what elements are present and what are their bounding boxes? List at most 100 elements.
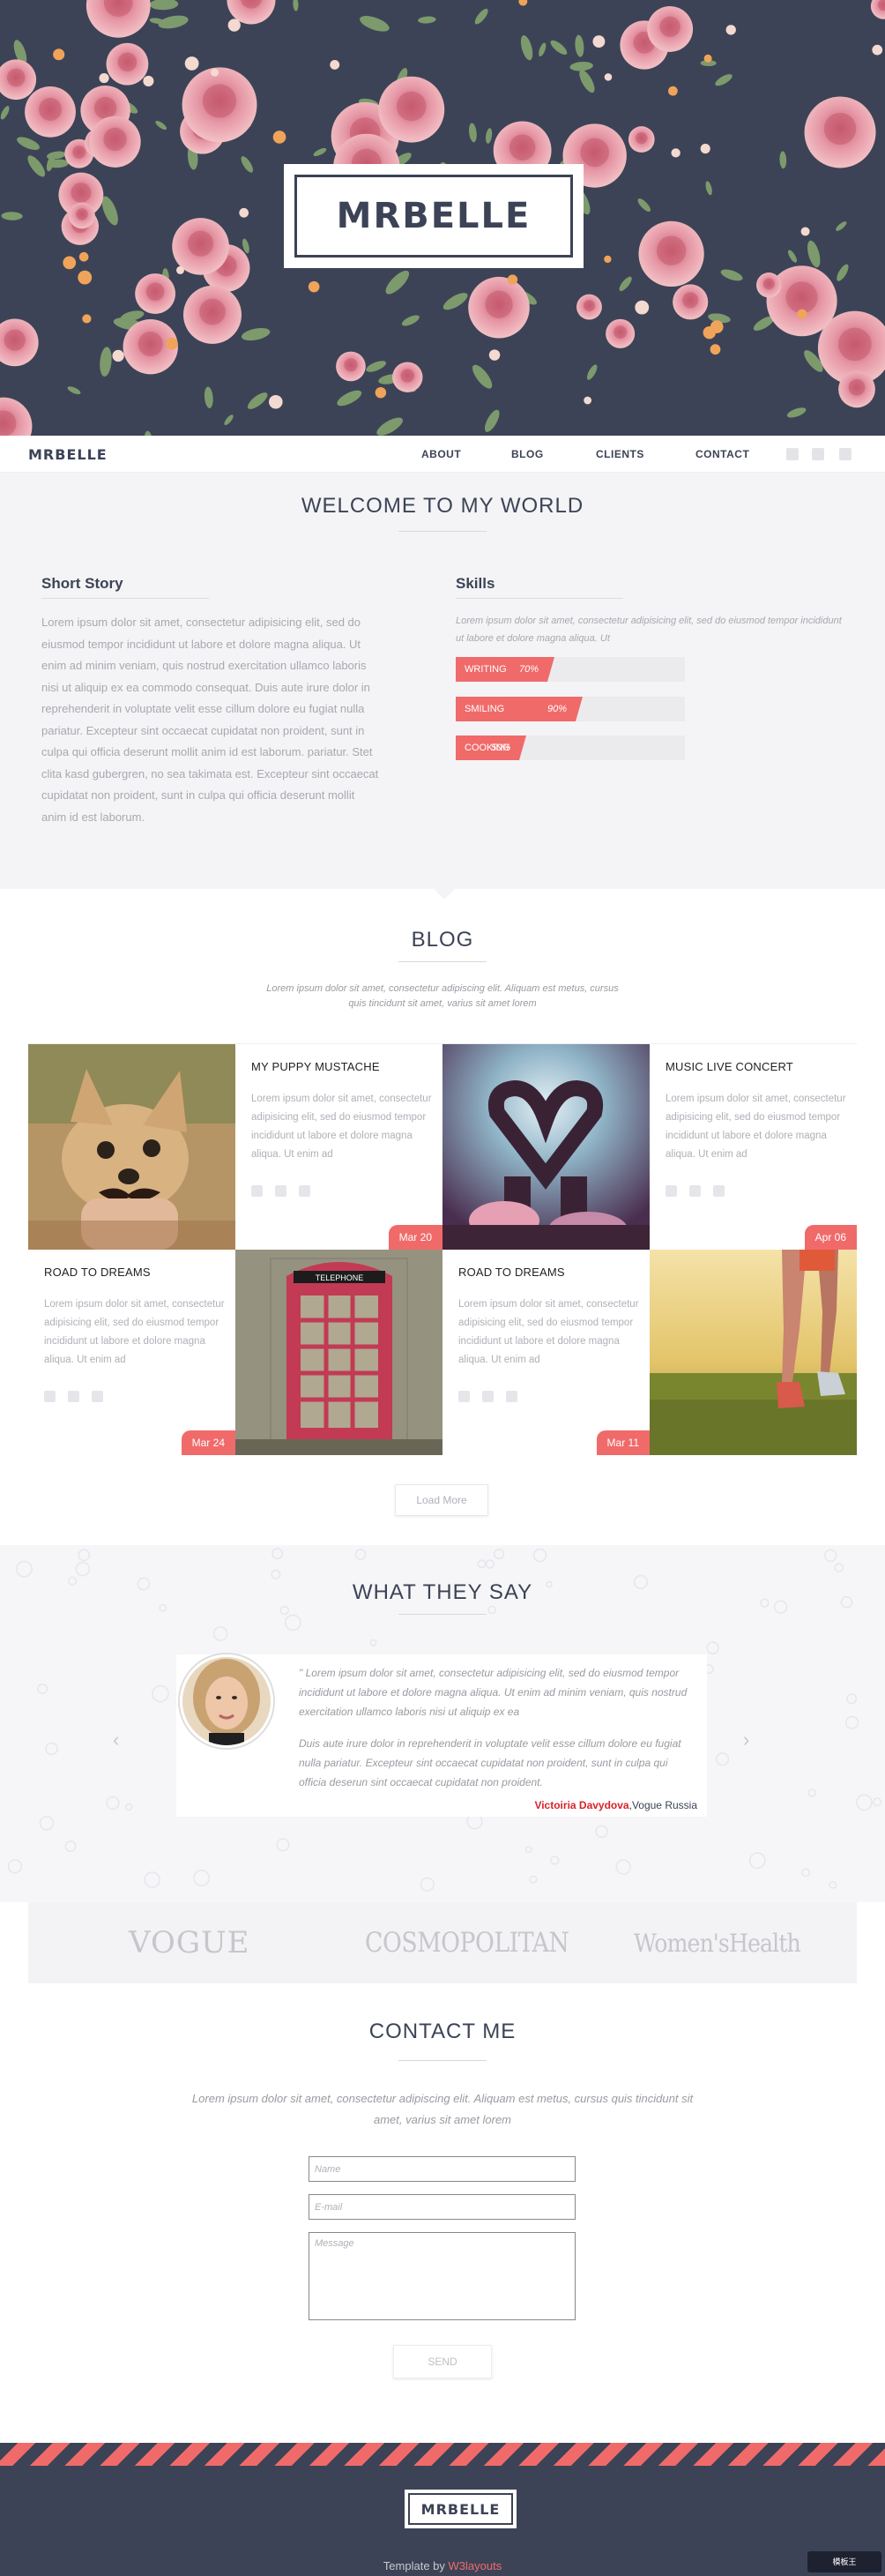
post-date-badge: Mar 24 xyxy=(181,1430,235,1455)
story-text: Lorem ipsum dolor sit amet, consectetur … xyxy=(41,616,379,824)
footer-stripes xyxy=(0,2443,885,2466)
post-excerpt: Lorem ipsum dolor sit amet, consectetur … xyxy=(251,1094,432,1160)
skill-bar: COOKING 50% xyxy=(456,735,685,760)
phone-booth-sign: TELEPHONE xyxy=(316,1273,364,1282)
post-excerpt: Lorem ipsum dolor sit amet, consectetur … xyxy=(44,1299,225,1365)
message-field[interactable] xyxy=(309,2232,576,2320)
concert-photo xyxy=(442,1044,650,1250)
blog-image-phone-booth[interactable]: TELEPHONE xyxy=(235,1250,442,1455)
nav-link-contact[interactable]: CONTACT xyxy=(695,448,749,460)
post-title[interactable]: ROAD TO DREAMS xyxy=(44,1266,151,1279)
twitter-icon[interactable] xyxy=(275,1185,286,1197)
blog-image-concert[interactable] xyxy=(442,1044,650,1250)
post-date-badge: Mar 20 xyxy=(388,1225,442,1250)
post-title[interactable]: MY PUPPY MUSTACHE xyxy=(251,1060,380,1073)
title-divider xyxy=(398,961,487,962)
title-divider xyxy=(398,1614,487,1615)
credit-prefix: Template by xyxy=(383,2559,449,2572)
testimonial-title: WHAT THEY SAY xyxy=(352,1580,533,1604)
facebook-icon[interactable] xyxy=(506,1391,517,1402)
skill-percent: 70% xyxy=(519,664,539,675)
section-pointer xyxy=(434,889,455,900)
hero-logo: MRBELLE xyxy=(284,164,584,268)
facebook-icon[interactable] xyxy=(713,1185,725,1197)
facebook-icon[interactable] xyxy=(299,1185,310,1197)
welcome-title: WELCOME TO MY WORLD xyxy=(301,494,584,518)
twitter-icon[interactable] xyxy=(482,1391,494,1402)
author-name: Victoiria Davydova xyxy=(534,1799,629,1811)
facebook-icon[interactable] xyxy=(839,448,852,460)
instagram-icon[interactable] xyxy=(458,1391,470,1402)
facebook-icon[interactable] xyxy=(92,1391,103,1402)
twitter-icon[interactable] xyxy=(689,1185,701,1197)
name-field[interactable] xyxy=(309,2156,576,2182)
hero-banner: MRBELLE xyxy=(0,0,885,436)
load-more-button[interactable]: Load More xyxy=(395,1484,488,1516)
post-title[interactable]: ROAD TO DREAMS xyxy=(458,1266,565,1279)
blog-subtitle: Lorem ipsum dolor sit amet, consectetur … xyxy=(266,983,619,1009)
post-share-icons xyxy=(458,1391,530,1407)
blog-image-puppy[interactable] xyxy=(28,1044,235,1250)
author-avatar xyxy=(180,1654,273,1748)
post-share-icons xyxy=(251,1185,323,1201)
contact-title: CONTACT ME xyxy=(368,2020,517,2043)
site-watermark: 模板王 xyxy=(807,2551,881,2572)
author-role: ,Vogue Russia xyxy=(628,1799,697,1811)
send-button[interactable]: SEND xyxy=(393,2345,492,2378)
blog-image-runner[interactable] xyxy=(650,1250,857,1455)
title-divider xyxy=(398,2060,487,2061)
twitter-icon[interactable] xyxy=(68,1391,79,1402)
instagram-icon[interactable] xyxy=(666,1185,677,1197)
cosmopolitan-logo: COSMOPOLITAN xyxy=(365,1927,569,1959)
blog-title: BLOG xyxy=(411,928,474,952)
skill-percent: 50% xyxy=(491,743,511,753)
skill-percent: 90% xyxy=(547,704,568,714)
twitter-icon[interactable] xyxy=(812,448,824,460)
story-divider xyxy=(41,598,209,599)
nav-brand[interactable]: MRBELLE xyxy=(28,446,108,463)
instagram-icon[interactable] xyxy=(251,1185,263,1197)
post-title[interactable]: MUSIC LIVE CONCERT xyxy=(666,1060,793,1073)
client-logos: VOGUE COSMOPOLITAN Women'sHealth xyxy=(28,1902,857,1983)
blog-post-card[interactable]: MUSIC LIVE CONCERT Lorem ipsum dolor sit… xyxy=(650,1044,857,1250)
skills-divider xyxy=(456,598,623,599)
contact-intro: Lorem ipsum dolor sit amet, consectetur … xyxy=(191,2092,694,2126)
blog-grid: MY PUPPY MUSTACHE Lorem ipsum dolor sit … xyxy=(28,1043,857,1455)
title-divider xyxy=(398,531,487,532)
page: MRBELLE MRBELLE ABOUT BLOG CLIENTS CONTA… xyxy=(0,0,885,2576)
story-heading: Short Story xyxy=(41,575,123,592)
testimonial-quote: " Lorem ipsum dolor sit amet, consectetu… xyxy=(299,1667,688,1718)
skill-label: WRITING xyxy=(465,664,507,675)
footer-logo-text: MRBELLE xyxy=(408,2493,513,2525)
post-excerpt: Lorem ipsum dolor sit amet, consectetur … xyxy=(666,1094,846,1160)
runner-photo xyxy=(650,1250,857,1455)
skills-heading: Skills xyxy=(456,575,495,592)
instagram-icon[interactable] xyxy=(44,1391,56,1402)
blog-post-card[interactable]: ROAD TO DREAMS Lorem ipsum dolor sit ame… xyxy=(442,1250,650,1455)
testimonial-quote: Duis aute irure dolor in reprehenderit i… xyxy=(299,1737,681,1788)
nav-link-about[interactable]: ABOUT xyxy=(421,448,461,460)
testimonial-next-arrow[interactable]: › xyxy=(743,1729,749,1751)
womens-health-logo: Women'sHealth xyxy=(634,1929,801,1958)
skill-bar: SMILING 90% xyxy=(456,697,685,721)
vogue-logo: VOGUE xyxy=(129,1925,250,1960)
post-share-icons xyxy=(44,1391,115,1407)
blog-post-card[interactable]: MY PUPPY MUSTACHE Lorem ipsum dolor sit … xyxy=(235,1044,442,1250)
nav-link-clients[interactable]: CLIENTS xyxy=(596,448,644,460)
nav-link-blog[interactable]: BLOG xyxy=(511,448,544,460)
footer-logo[interactable]: MRBELLE xyxy=(405,2490,517,2528)
skill-bar: WRITING 70% xyxy=(456,657,685,682)
skills-text: Lorem ipsum dolor sit amet, consectetur … xyxy=(456,616,842,644)
puppy-photo xyxy=(28,1044,235,1250)
credit-link[interactable]: W3layouts xyxy=(449,2559,502,2572)
instagram-icon[interactable] xyxy=(786,448,799,460)
testimonial-prev-arrow[interactable]: ‹ xyxy=(113,1729,119,1751)
hero-logo-text: MRBELLE xyxy=(336,196,532,236)
top-nav: MRBELLE ABOUT BLOG CLIENTS CONTACT xyxy=(0,436,885,473)
post-excerpt: Lorem ipsum dolor sit amet, consectetur … xyxy=(458,1299,639,1365)
blog-post-card[interactable]: ROAD TO DREAMS Lorem ipsum dolor sit ame… xyxy=(28,1250,235,1455)
post-share-icons xyxy=(666,1185,737,1201)
email-field[interactable] xyxy=(309,2194,576,2220)
author-portrait xyxy=(182,1657,271,1745)
phone-booth-photo: TELEPHONE xyxy=(235,1250,442,1455)
